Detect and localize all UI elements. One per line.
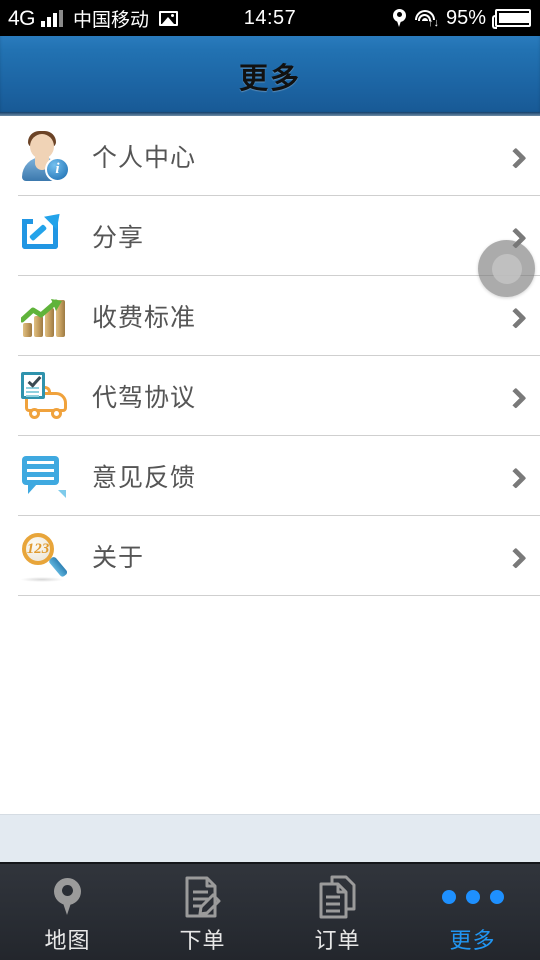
status-bar: 4G 中国移动 14:57 ↑↓ 95% [0,0,540,36]
assistive-touch-ball[interactable] [478,240,535,297]
chevron-right-icon [505,467,527,489]
battery-icon [492,9,531,29]
share-icon [18,207,70,262]
list-item-label: 收费标准 [92,304,197,332]
car-agreement-icon [18,370,70,422]
feedback-bubbles-icon [18,450,70,502]
list-item-share[interactable]: 分享 [0,196,540,276]
bottom-tab-bar: 地图 下单 订单 更多 [0,862,540,960]
tab-label: 下单 [179,928,226,953]
phone-screen: 4G 中国移动 14:57 ↑↓ 95% 更多 i 个人中心 分享 收费标准 代… [0,0,540,960]
person-info-icon: i [18,130,70,182]
magnifier-123-icon: 123 [18,530,70,582]
chevron-right-icon [505,147,527,169]
page-title: 更多 [238,63,301,95]
chevron-right-icon [505,387,527,409]
list-item-label: 分享 [92,224,145,252]
tab-orders[interactable]: 订单 [270,864,405,960]
tab-more[interactable]: 更多 [405,864,540,960]
list-item-label: 个人中心 [92,144,197,172]
settings-list: i 个人中心 分享 收费标准 代驾协议 意见反馈 123 关于 [0,116,540,596]
list-item-about[interactable]: 123 关于 [0,516,540,596]
list-item-feedback[interactable]: 意见反馈 [0,436,540,516]
wifi-icon: ↑↓ [414,9,439,29]
bar-chart-coins-icon [18,290,70,342]
page-header: 更多 [0,36,540,116]
list-item-pricing[interactable]: 收费标准 [0,276,540,356]
more-dots-icon [441,875,504,919]
map-pin-icon [54,875,81,919]
tab-label: 地图 [44,928,91,953]
chevron-right-icon [505,307,527,329]
documents-icon [318,875,358,919]
tab-map[interactable]: 地图 [0,864,135,960]
location-pin-icon [392,8,406,28]
list-item-label: 关于 [92,544,145,572]
list-item-label: 代驾协议 [92,384,197,412]
status-bar-clock: 14:57 [243,6,297,29]
tab-label: 更多 [449,928,496,953]
bottom-panel-strip [0,814,540,862]
chevron-right-icon [505,547,527,569]
order-form-icon [183,875,223,919]
list-item-personal-center[interactable]: i 个人中心 [0,116,540,196]
list-item-agreement[interactable]: 代驾协议 [0,356,540,436]
tab-label: 订单 [314,928,361,953]
tab-place-order[interactable]: 下单 [135,864,270,960]
list-item-label: 意见反馈 [92,464,197,492]
